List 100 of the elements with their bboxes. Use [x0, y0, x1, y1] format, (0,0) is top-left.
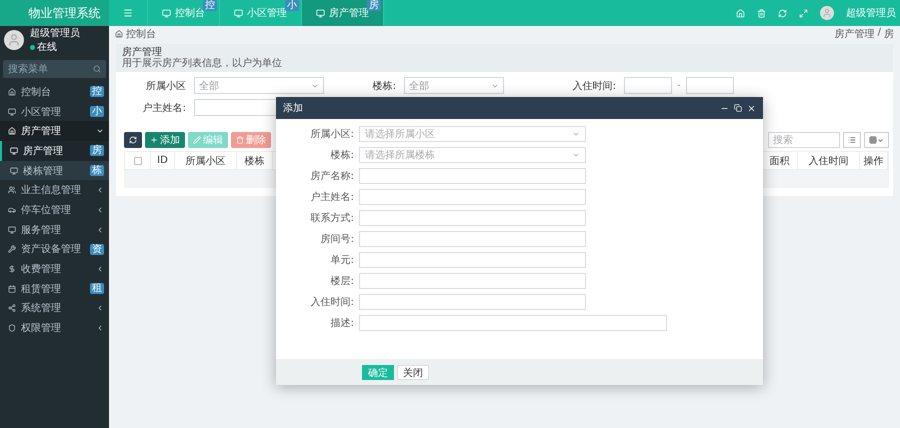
- field-label: 描述:: [330, 316, 355, 330]
- input-field[interactable]: [359, 231, 586, 247]
- home-icon: [8, 127, 16, 136]
- tab-badge: 控: [203, 0, 217, 11]
- field-label: 楼层:: [330, 274, 355, 288]
- breadcrumb-link[interactable]: 控制台: [126, 27, 156, 41]
- sidebar-item[interactable]: 房产管理: [0, 121, 109, 142]
- sidebar-item[interactable]: 小区管理 小: [0, 102, 109, 122]
- add-button[interactable]: 添加: [145, 132, 185, 148]
- trash-icon: [236, 136, 244, 144]
- panel-description: 用于展示房产列表信息，以户为单位: [122, 58, 283, 69]
- monitor-icon: [162, 8, 171, 18]
- refresh-icon: [129, 136, 137, 144]
- chevron-left-icon: [96, 324, 104, 332]
- home-icon: [8, 88, 16, 96]
- monitor-icon: [8, 226, 16, 234]
- caret-icon: [572, 130, 580, 138]
- pencil-icon: [193, 136, 201, 144]
- sidebar-item[interactable]: 系统管理: [0, 298, 109, 318]
- refresh-icon[interactable]: [778, 8, 787, 18]
- chevron-left-icon: [96, 304, 104, 312]
- menu-badge: 资: [90, 244, 104, 255]
- column-header: 入住时间: [798, 152, 860, 169]
- field-label: 入住时间:: [310, 296, 355, 309]
- calendar-icon: [8, 284, 16, 293]
- field-label: 户主姓名:: [310, 190, 355, 204]
- breadcrumb-item: 房: [884, 28, 894, 41]
- input-field[interactable]: [359, 189, 586, 205]
- sidebar-item[interactable]: 资产设备管理 资: [0, 240, 109, 260]
- columns-button[interactable]: [864, 132, 889, 148]
- monitor-icon: [234, 8, 243, 18]
- sidebar-item[interactable]: 业主信息管理: [0, 180, 109, 200]
- sidebar-item[interactable]: 权限管理: [0, 318, 109, 338]
- tab-badge: 小: [285, 0, 299, 11]
- date-field[interactable]: [624, 77, 672, 94]
- close-icon[interactable]: [747, 104, 756, 112]
- monitor-icon: [316, 8, 325, 18]
- chevron-left-icon: [96, 226, 104, 234]
- range-separator: -: [677, 80, 681, 91]
- menu-badge: 房: [90, 145, 104, 156]
- nav-tab[interactable]: 控制台 控: [148, 0, 220, 26]
- home-icon[interactable]: [736, 8, 745, 18]
- trash-icon[interactable]: [757, 8, 766, 18]
- avatar: [4, 30, 24, 50]
- input-field[interactable]: [359, 315, 667, 331]
- date-field[interactable]: [686, 77, 734, 94]
- user-status: 在线: [30, 40, 80, 54]
- menu-badge: 控: [90, 86, 104, 98]
- column-header: 操作: [860, 152, 888, 169]
- home-icon: [115, 30, 123, 38]
- app-logo: 物业管理系统: [0, 0, 109, 26]
- column-header: 所属小区: [175, 152, 237, 169]
- field-label: 楼栋:: [330, 148, 355, 162]
- input-field[interactable]: [359, 252, 586, 268]
- sidebar-item[interactable]: 租赁管理 租: [0, 278, 109, 299]
- sidebar-item[interactable]: 楼栋管理 栋: [0, 160, 109, 180]
- wrench-icon: [8, 245, 16, 254]
- field-label: 房产名称:: [310, 170, 355, 183]
- filter-label: 入住时间:: [572, 80, 617, 92]
- menu-icon[interactable]: [123, 8, 133, 18]
- checkbox[interactable]: [134, 156, 142, 164]
- car-icon: [8, 206, 16, 214]
- caret-icon: [877, 136, 884, 144]
- field-label: 联系方式:: [310, 212, 355, 225]
- field-label: 所属小区:: [310, 128, 355, 141]
- menu-badge: 租: [90, 283, 104, 294]
- input-field[interactable]: [359, 294, 586, 310]
- list-icon: [848, 136, 856, 144]
- column-header: ID: [151, 152, 175, 169]
- filter-label: 户主姓名:: [142, 102, 187, 114]
- shield-icon: [8, 324, 16, 332]
- plus-icon: [150, 136, 158, 144]
- input-field[interactable]: [359, 168, 586, 184]
- input-field[interactable]: [359, 210, 586, 226]
- sidebar-item[interactable]: 控制台 控: [0, 82, 109, 102]
- fullscreen-icon[interactable]: [799, 8, 808, 18]
- dollar-icon: [8, 265, 16, 274]
- users-icon: [8, 186, 16, 194]
- search-field[interactable]: 搜索菜单: [3, 60, 106, 78]
- sidebar-item[interactable]: 收费管理: [0, 259, 109, 279]
- menu-badge: 小: [90, 106, 104, 118]
- field-label: 房间号:: [320, 232, 355, 246]
- input-field[interactable]: [359, 273, 586, 289]
- breadcrumb-item: 房产管理: [834, 28, 875, 41]
- panel-title: 房产管理: [122, 48, 162, 58]
- monitor-icon: [10, 146, 18, 155]
- avatar[interactable]: [820, 6, 834, 20]
- menu-badge: 栋: [90, 165, 104, 176]
- breadcrumb-separator: /: [878, 27, 881, 40]
- caret-icon: [572, 151, 580, 159]
- user-name: 超级管理员: [30, 26, 80, 40]
- close-button[interactable]: 关闭: [397, 364, 429, 380]
- chevron-left-icon: [96, 265, 104, 274]
- view-button[interactable]: [843, 132, 861, 148]
- sidebar-item[interactable]: 服务管理: [0, 220, 109, 240]
- refresh-button[interactable]: [124, 132, 142, 148]
- sidebar-item[interactable]: 停车位管理: [0, 200, 109, 220]
- sidebar-item[interactable]: 房产管理 房: [0, 141, 109, 161]
- restore-icon[interactable]: [734, 104, 742, 112]
- field-label: 单元:: [330, 254, 355, 267]
